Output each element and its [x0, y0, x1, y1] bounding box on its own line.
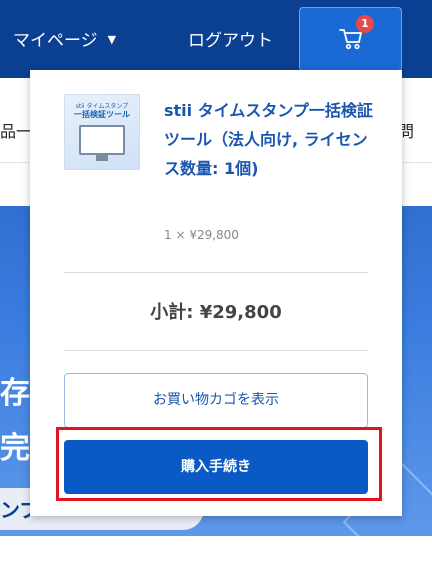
- product-quantity-price: 1 × ¥29,800: [164, 228, 239, 242]
- mypage-label: マイページ: [13, 31, 98, 51]
- logout-link[interactable]: ログアウト: [188, 26, 273, 51]
- subnav-item-products[interactable]: 品一: [0, 118, 32, 142]
- monitor-icon: [79, 125, 125, 155]
- chevron-down-icon: ▼: [107, 33, 117, 46]
- cart-subtotal: 小計: ¥29,800: [150, 302, 282, 323]
- product-thumbnail[interactable]: stii タイムスタンプ 一括検証ツール: [64, 94, 140, 170]
- view-cart-button[interactable]: お買い物カゴを表示: [64, 373, 368, 428]
- cart-count-badge: 1: [356, 15, 374, 33]
- product-name-link[interactable]: stii タイムスタンプ一括検証ツール（法人向け, ライセンス数量: 1個): [164, 96, 380, 183]
- checkout-button[interactable]: 購入手続き: [64, 440, 368, 494]
- monitor-stand: [96, 155, 108, 161]
- thumbnail-title: 一括検証ツール: [74, 110, 130, 119]
- divider: [64, 350, 368, 351]
- divider: [64, 272, 368, 273]
- cart-button[interactable]: 1: [299, 7, 402, 71]
- cart-dropdown: stii タイムスタンプ 一括検証ツール stii タイムスタンプ一括検証ツール…: [30, 70, 402, 516]
- mypage-menu[interactable]: マイページ ▼: [13, 26, 116, 51]
- top-navigation-bar: マイページ ▼ ログアウト 1: [0, 0, 432, 78]
